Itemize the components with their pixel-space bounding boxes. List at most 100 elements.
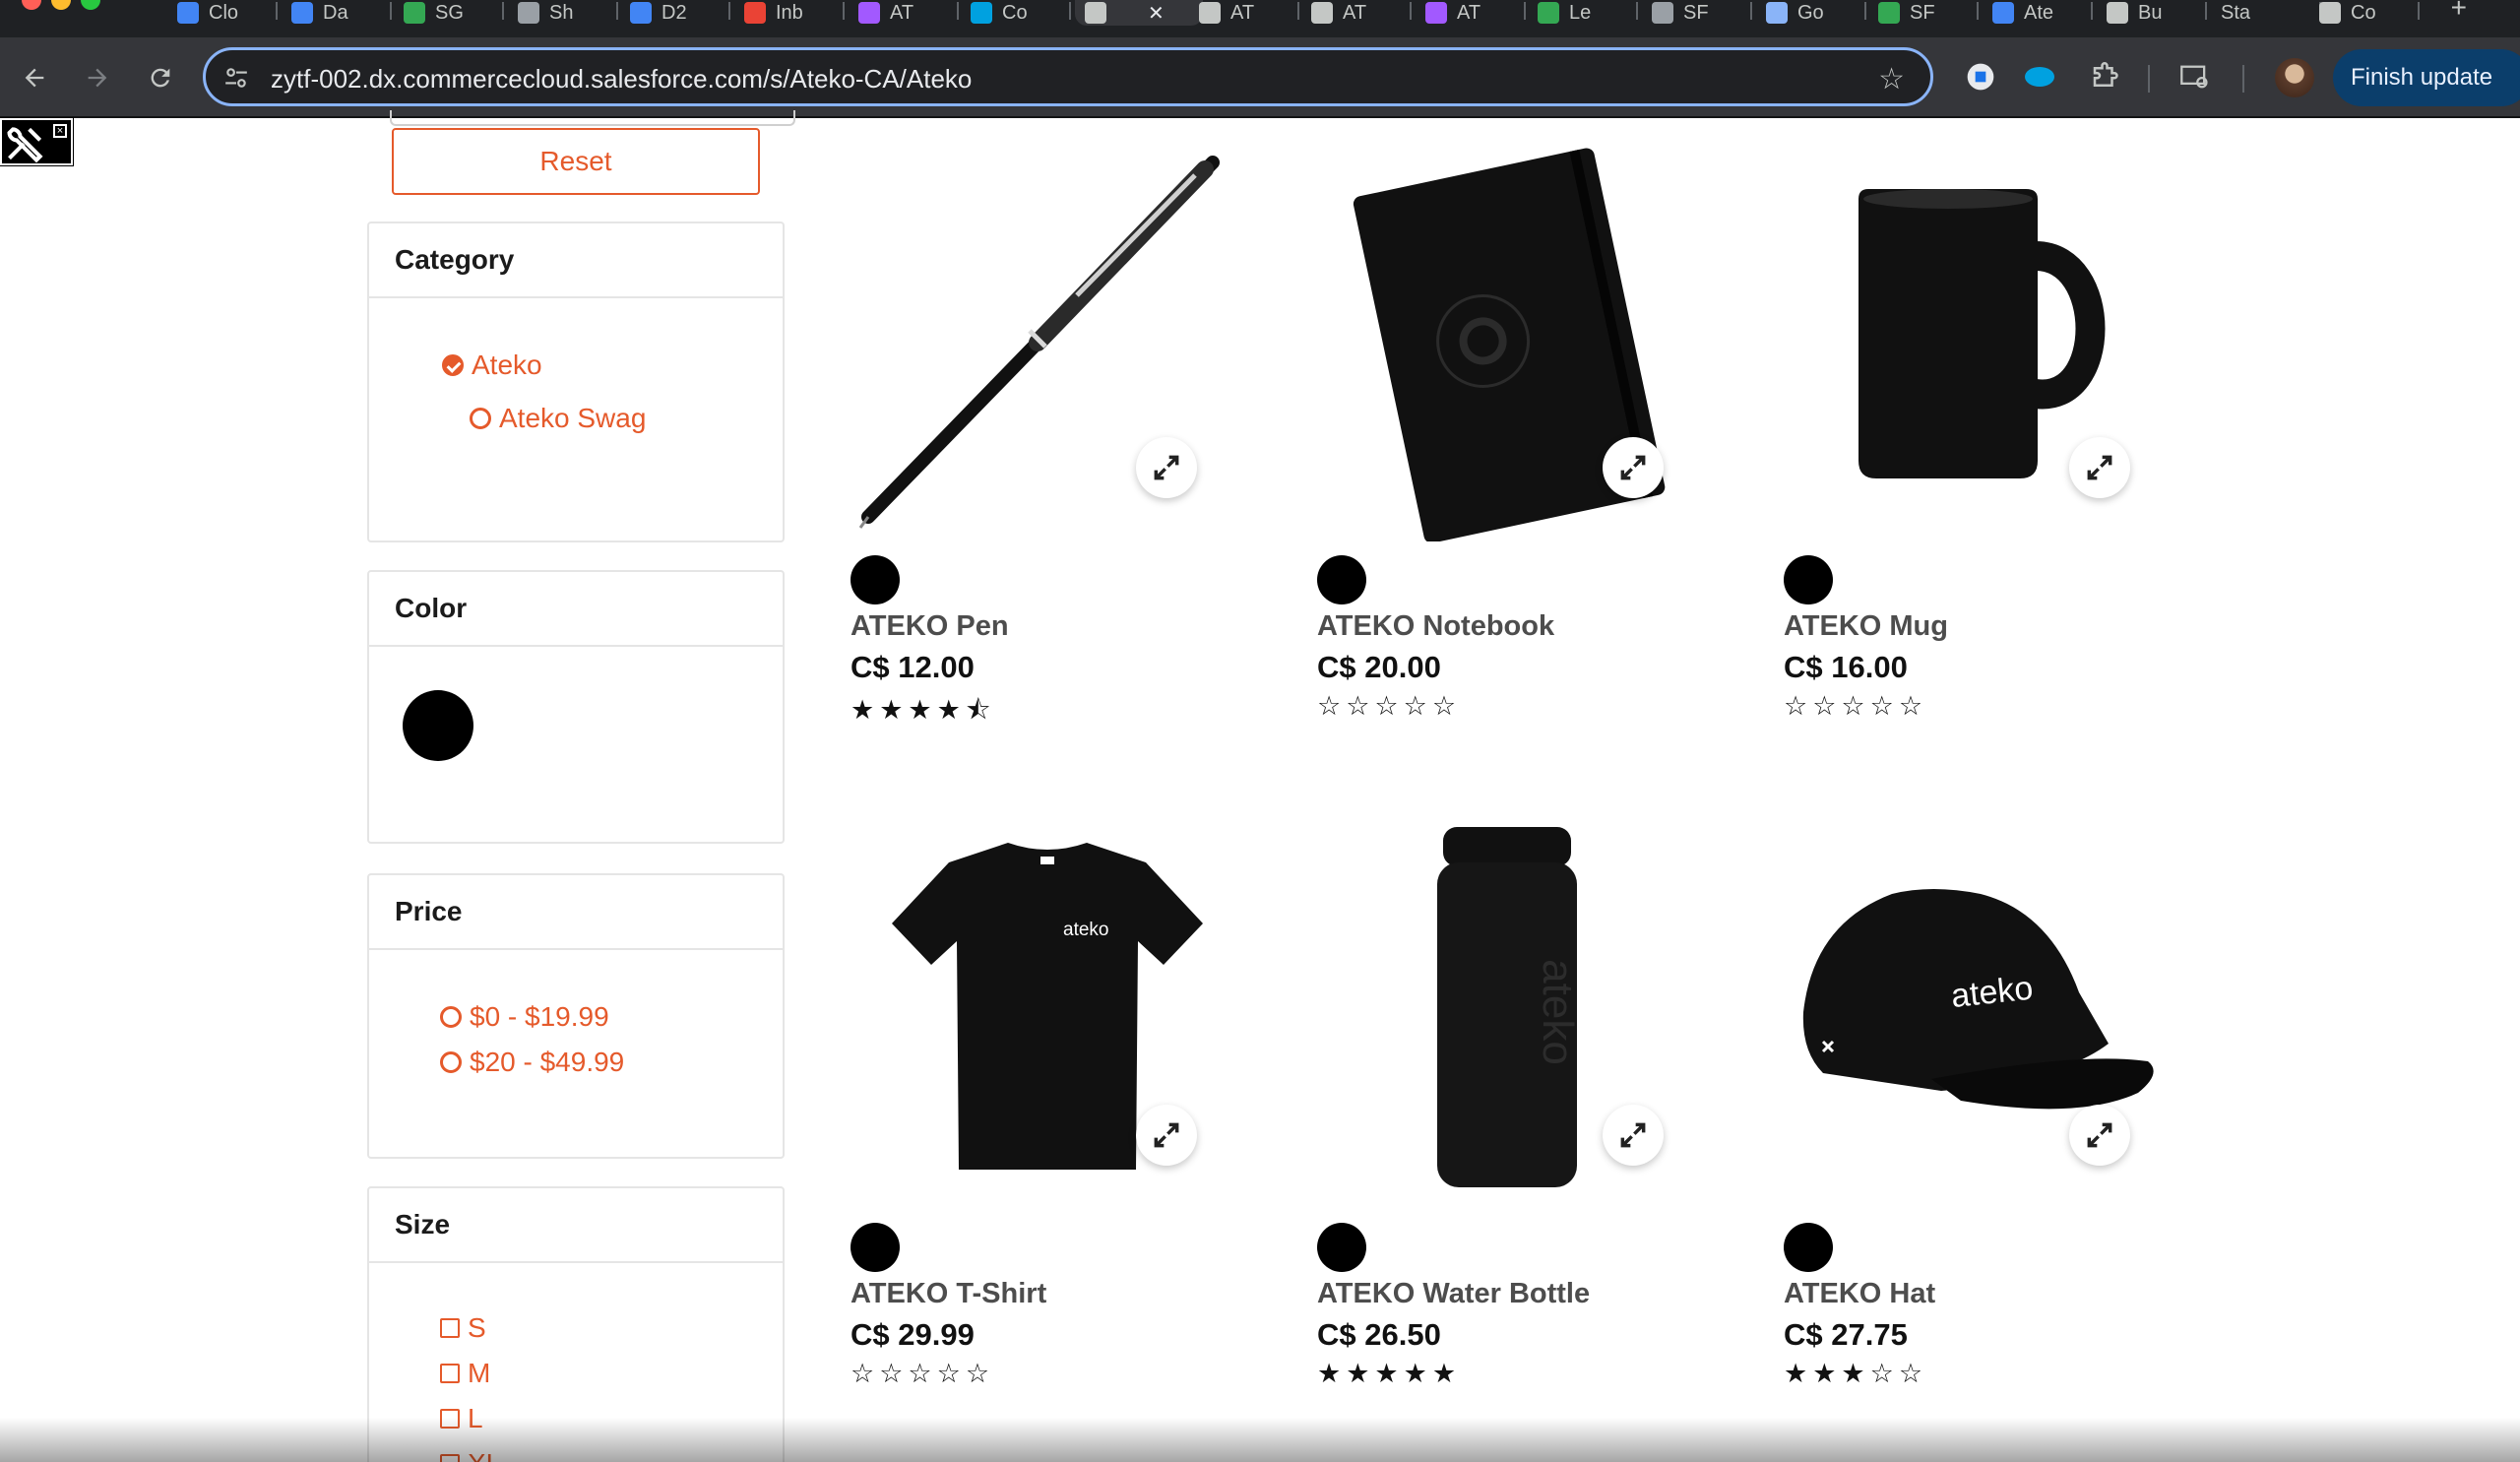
browser-tab[interactable]: AT bbox=[1416, 0, 1526, 26]
product-card[interactable]: ateko ATEKO Water Bottle C$ 26.50 ★★★★★ bbox=[1317, 815, 1711, 1388]
arrow-left-icon bbox=[25, 68, 44, 88]
product-name[interactable]: ATEKO Hat bbox=[1784, 1278, 1935, 1310]
checkbox-icon bbox=[440, 1364, 460, 1383]
product-card[interactable]: ATEKO Pen C$ 12.00 ★★★★⯪ bbox=[850, 148, 1244, 725]
product-name[interactable]: ATEKO Notebook bbox=[1317, 610, 1554, 643]
tab-divider bbox=[728, 2, 730, 20]
extension-icon[interactable] bbox=[1959, 55, 2002, 98]
browser-tab[interactable]: SF bbox=[1642, 0, 1752, 26]
price-option-20-49[interactable]: $20 - $49.99 bbox=[440, 1047, 624, 1078]
finish-update-button[interactable]: Finish update bbox=[2333, 49, 2520, 106]
github-icon bbox=[1085, 2, 1106, 24]
toolbar-divider bbox=[2242, 65, 2244, 93]
category-option-ateko-swag[interactable]: Ateko Swag bbox=[470, 403, 646, 434]
salesforce-extension-icon[interactable] bbox=[2018, 55, 2061, 98]
size-option-s[interactable]: S bbox=[440, 1312, 486, 1344]
checkbox-icon bbox=[440, 1318, 460, 1338]
expand-image-button[interactable] bbox=[1603, 1105, 1664, 1166]
checked-circle-icon bbox=[442, 354, 464, 376]
reload-icon bbox=[151, 68, 170, 88]
tab-divider bbox=[1069, 2, 1071, 20]
product-name[interactable]: ATEKO Water Bottle bbox=[1317, 1278, 1590, 1310]
bookmark-star-icon[interactable]: ☆ bbox=[1878, 62, 1905, 96]
size-filter-title: Size bbox=[369, 1188, 783, 1263]
expand-image-button[interactable] bbox=[2069, 437, 2130, 498]
browser-tab[interactable]: Go bbox=[1756, 0, 1866, 26]
tab-divider bbox=[1636, 2, 1638, 20]
product-card[interactable]: ateko ATEKO Hat C$ 27.75 ★★★☆☆ bbox=[1784, 815, 2177, 1388]
expand-image-button[interactable] bbox=[2069, 1105, 2130, 1166]
tab-divider bbox=[1864, 2, 1866, 20]
color-swatch[interactable] bbox=[1784, 555, 1833, 604]
browser-tab[interactable]: Clo bbox=[167, 0, 278, 26]
site-settings-icon[interactable] bbox=[223, 65, 249, 91]
profile-avatar[interactable] bbox=[2275, 58, 2314, 97]
tab-title: D2 bbox=[662, 1, 687, 24]
browser-tab[interactable]: Bu bbox=[2097, 0, 2207, 26]
product-card[interactable]: ATEKO Notebook C$ 20.00 ☆☆☆☆☆ bbox=[1317, 148, 1711, 721]
new-tab-button[interactable]: + bbox=[2451, 0, 2467, 24]
close-tab-icon[interactable]: ✕ bbox=[1148, 1, 1165, 26]
browser-tab[interactable]: ✕ bbox=[1075, 0, 1203, 26]
close-icon[interactable]: × bbox=[53, 124, 67, 138]
product-name[interactable]: ATEKO Mug bbox=[1784, 610, 1948, 643]
expand-image-button[interactable] bbox=[1603, 437, 1664, 498]
dev-tools-widget[interactable]: × bbox=[0, 117, 74, 166]
product-card[interactable]: ateko ATEKO T-Shirt C$ 29.99 ☆☆☆☆☆ bbox=[850, 815, 1244, 1388]
product-card[interactable]: ATEKO Mug C$ 16.00 ☆☆☆☆☆ bbox=[1784, 148, 2177, 721]
github-icon bbox=[2107, 2, 2128, 24]
browser-tab[interactable]: Co bbox=[961, 0, 1071, 26]
browser-tab[interactable]: Da bbox=[282, 0, 392, 26]
browser-tab[interactable]: Sta bbox=[2211, 0, 2321, 26]
color-swatch[interactable] bbox=[850, 555, 900, 604]
color-swatch-black[interactable] bbox=[403, 690, 473, 761]
size-option-m[interactable]: M bbox=[440, 1358, 490, 1389]
category-option-ateko[interactable]: Ateko bbox=[442, 350, 542, 381]
github-icon bbox=[2319, 2, 2341, 24]
search-box-remnant bbox=[390, 110, 795, 126]
color-swatch[interactable] bbox=[1784, 1223, 1833, 1272]
tab-divider bbox=[616, 2, 618, 20]
tab-divider bbox=[1410, 2, 1412, 20]
maximize-window-button[interactable] bbox=[81, 0, 100, 10]
close-window-button[interactable] bbox=[22, 0, 41, 10]
browser-tab[interactable]: AT bbox=[1189, 0, 1299, 26]
product-price: C$ 12.00 bbox=[850, 650, 975, 684]
gmail-icon bbox=[744, 2, 766, 24]
color-swatch[interactable] bbox=[850, 1223, 900, 1272]
price-option-0-19[interactable]: $0 - $19.99 bbox=[440, 1001, 609, 1033]
tab-title: Co bbox=[1002, 1, 1028, 24]
browser-tab[interactable]: D2 bbox=[620, 0, 730, 26]
expand-image-button[interactable] bbox=[1136, 437, 1197, 498]
rating-stars: ☆☆☆☆☆ bbox=[850, 1359, 995, 1388]
product-name[interactable]: ATEKO T-Shirt bbox=[850, 1278, 1046, 1310]
tab-title: SG bbox=[435, 1, 464, 24]
address-bar[interactable]: zytf-002.dx.commercecloud.salesforce.com… bbox=[203, 47, 1933, 106]
reload-button[interactable] bbox=[140, 57, 181, 98]
sheets-icon bbox=[1878, 2, 1900, 24]
back-button[interactable] bbox=[14, 57, 55, 98]
tab-divider bbox=[502, 2, 504, 20]
reset-filters-button[interactable]: Reset bbox=[392, 128, 760, 195]
browser-tab[interactable]: Inb bbox=[734, 0, 845, 26]
extensions-puzzle-icon[interactable] bbox=[2083, 55, 2126, 98]
reading-mode-icon[interactable] bbox=[2174, 55, 2217, 98]
browser-tab[interactable]: Sh bbox=[508, 0, 618, 26]
forward-button[interactable] bbox=[77, 57, 118, 98]
window-bottom-shadow bbox=[0, 1418, 2520, 1462]
product-price: C$ 27.75 bbox=[1784, 1317, 1908, 1352]
minimize-window-button[interactable] bbox=[51, 0, 71, 10]
gemini-icon bbox=[1766, 2, 1788, 24]
expand-image-button[interactable] bbox=[1136, 1105, 1197, 1166]
color-swatch[interactable] bbox=[1317, 555, 1366, 604]
color-swatch[interactable] bbox=[1317, 1223, 1366, 1272]
product-name[interactable]: ATEKO Pen bbox=[850, 610, 1009, 643]
browser-tab[interactable]: AT bbox=[849, 0, 959, 26]
browser-tab[interactable]: Co bbox=[2309, 0, 2420, 26]
browser-tab[interactable]: AT bbox=[1301, 0, 1412, 26]
browser-tab[interactable]: SG bbox=[394, 0, 504, 26]
browser-tab[interactable]: Le bbox=[1528, 0, 1638, 26]
browser-tab[interactable]: SF bbox=[1868, 0, 1979, 26]
browser-tab[interactable]: Ate bbox=[1983, 0, 2093, 26]
github-icon bbox=[1199, 2, 1221, 24]
